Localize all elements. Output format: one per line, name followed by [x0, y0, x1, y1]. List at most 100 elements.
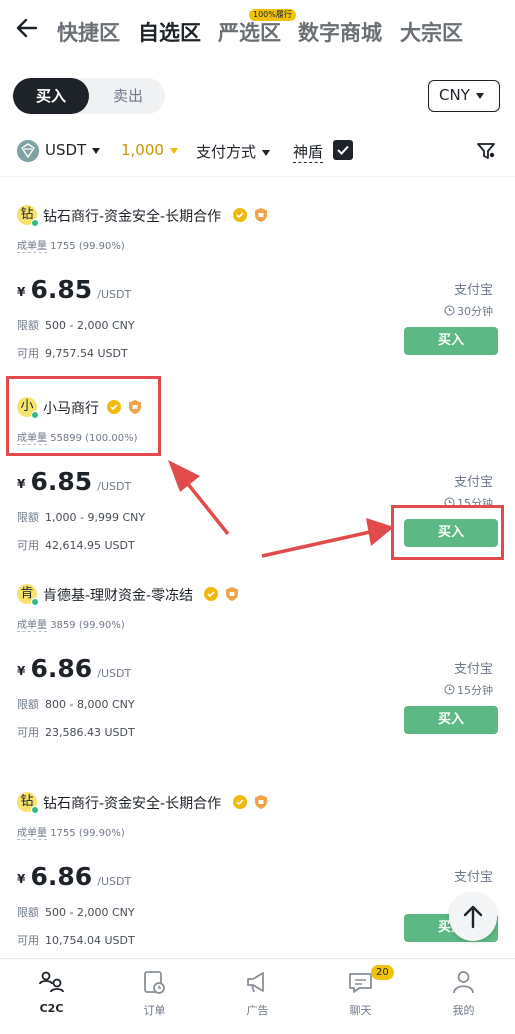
order-stats: 成单量 1755 (99.90%): [17, 237, 125, 253]
buy-button[interactable]: 买入: [404, 706, 498, 734]
available-value: 23,586.43 USDT: [45, 726, 135, 739]
amount-label: 1,000: [121, 141, 164, 159]
buy-tab[interactable]: 买入: [13, 78, 89, 114]
bottom-nav-ads[interactable]: 广告: [206, 959, 309, 1034]
arrow-up-icon: [463, 905, 483, 929]
merchant-avatar: 肯: [17, 584, 39, 606]
limit-label: 限额: [17, 319, 39, 332]
payment-method: 支付宝: [453, 283, 493, 298]
profile-icon: [450, 969, 477, 996]
online-status-dot: [31, 806, 39, 814]
merchant-name[interactable]: 钻石商行-资金安全-长期合作: [43, 206, 221, 226]
bottom-nav-label: 聊天: [349, 1004, 372, 1017]
available-label: 可用: [17, 934, 39, 947]
bottom-nav-orders[interactable]: 订单: [103, 959, 206, 1034]
limit-label: 限额: [17, 906, 39, 919]
buy-button[interactable]: 买入: [404, 327, 498, 355]
price-value: 6.86: [30, 654, 93, 683]
tab-bulk[interactable]: 大宗区: [400, 17, 463, 47]
megaphone-icon: [244, 969, 271, 996]
c2c-icon: [38, 969, 65, 996]
available-row: 可用 23,586.43 USDT: [17, 724, 135, 740]
orders-value: 1755 (99.90%): [50, 241, 125, 252]
orders-value: 1755 (99.90%): [50, 828, 125, 839]
listing-card: 钻 钻石商行-资金安全-长期合作 成单量 1755 (99.90%) ¥ 6.8…: [0, 792, 515, 958]
bottom-nav-label: C2C: [39, 1002, 64, 1015]
orders-value: 3859 (99.90%): [50, 620, 125, 631]
price-value: 6.85: [30, 467, 93, 496]
available-label: 可用: [17, 539, 39, 552]
orders-label: 成单量: [17, 241, 47, 253]
time-value: 30分钟: [457, 305, 493, 318]
limit-row: 限额 500 - 2,000 CNY: [17, 904, 135, 920]
payment-method: 支付宝: [453, 475, 493, 490]
currency-symbol: ¥: [17, 664, 26, 678]
shield-checkbox[interactable]: [333, 140, 353, 160]
available-value: 9,757.54 USDT: [45, 347, 128, 360]
bottom-nav-c2c[interactable]: C2C: [0, 959, 103, 1034]
chevron-down-icon: [262, 149, 271, 156]
divider: [0, 176, 515, 177]
sell-tab[interactable]: 卖出: [91, 78, 165, 114]
bottom-nav-label: 订单: [143, 1004, 166, 1017]
listing-card: 钻 钻石商行-资金安全-长期合作 成单量 1755 (99.90%) ¥ 6.8…: [0, 205, 515, 405]
order-stats: 成单量 1755 (99.90%): [17, 824, 125, 840]
limit-row: 限额 800 - 8,000 CNY: [17, 696, 135, 712]
currency-selector[interactable]: CNY: [428, 80, 500, 112]
currency-symbol: ¥: [17, 872, 26, 886]
clock-icon: [444, 305, 455, 316]
currency-symbol: ¥: [17, 477, 26, 491]
payment-label: 支付方式: [196, 143, 257, 161]
price-unit: /USDT: [97, 667, 132, 680]
bottom-nav-chat[interactable]: 20 聊天: [309, 959, 412, 1034]
verified-badge-icon: [203, 586, 219, 602]
tab-selected[interactable]: 自选区: [138, 17, 201, 47]
tab-strict[interactable]: 严选区: [218, 17, 281, 47]
scroll-to-top-button[interactable]: [449, 893, 497, 941]
shield-badge-icon: [253, 794, 269, 810]
limit-row: 限额 1,000 - 9,999 CNY: [17, 509, 145, 525]
merchant-name[interactable]: 肯德基-理财资金-零冻结: [43, 585, 193, 605]
usdt-icon: [17, 140, 39, 162]
tab-digital-mall[interactable]: 数字商城: [298, 17, 382, 47]
fulfillment-badge: 100%履行: [249, 9, 296, 21]
verified-badge-icon: [232, 207, 248, 223]
limit-value: 1,000 - 9,999 CNY: [45, 511, 146, 524]
price: ¥ 6.86 /USDT: [17, 862, 131, 891]
available-label: 可用: [17, 347, 39, 360]
payment-method: 支付宝: [453, 870, 493, 885]
shield-badge-icon: [224, 586, 240, 602]
limit-value: 800 - 8,000 CNY: [45, 698, 135, 711]
available-row: 可用 9,757.54 USDT: [17, 345, 128, 361]
tab-quick[interactable]: 快捷区: [57, 17, 120, 47]
payment-method-selector[interactable]: 支付方式: [196, 141, 271, 162]
limit-label: 限额: [17, 511, 39, 524]
payment-time: 30分钟: [444, 303, 493, 319]
price-unit: /USDT: [97, 875, 132, 888]
asset-selector[interactable]: USDT: [45, 141, 101, 159]
merchant-avatar: 钻: [17, 792, 39, 814]
shield-label: 神盾: [293, 143, 324, 163]
chat-icon: [347, 969, 374, 996]
price: ¥ 6.86 /USDT: [17, 654, 131, 683]
available-value: 42,614.95 USDT: [45, 539, 135, 552]
merchant-name[interactable]: 钻石商行-资金安全-长期合作: [43, 793, 221, 813]
amount-selector[interactable]: 1,000: [121, 141, 178, 159]
price: ¥ 6.85 /USDT: [17, 275, 131, 304]
highlight-box-merchant: [6, 376, 161, 456]
clock-icon: [444, 684, 455, 695]
chat-unread-badge: 20: [371, 965, 394, 980]
asset-label: USDT: [45, 141, 87, 159]
chevron-down-icon: [475, 92, 484, 99]
bottom-nav-profile[interactable]: 我的: [412, 959, 515, 1034]
online-status-dot: [31, 598, 39, 606]
price-unit: /USDT: [97, 288, 132, 301]
bottom-nav-label: 我的: [452, 1004, 475, 1017]
top-navigation: 快捷区 自选区 严选区 100%履行 数字商城 大宗区: [0, 0, 515, 62]
limit-value: 500 - 2,000 CNY: [45, 906, 135, 919]
time-value: 15分钟: [457, 684, 493, 697]
shield-badge-icon: [253, 207, 269, 223]
currency-symbol: ¥: [17, 285, 26, 299]
back-arrow-icon[interactable]: [14, 14, 42, 44]
filter-funnel-icon[interactable]: [475, 140, 497, 162]
